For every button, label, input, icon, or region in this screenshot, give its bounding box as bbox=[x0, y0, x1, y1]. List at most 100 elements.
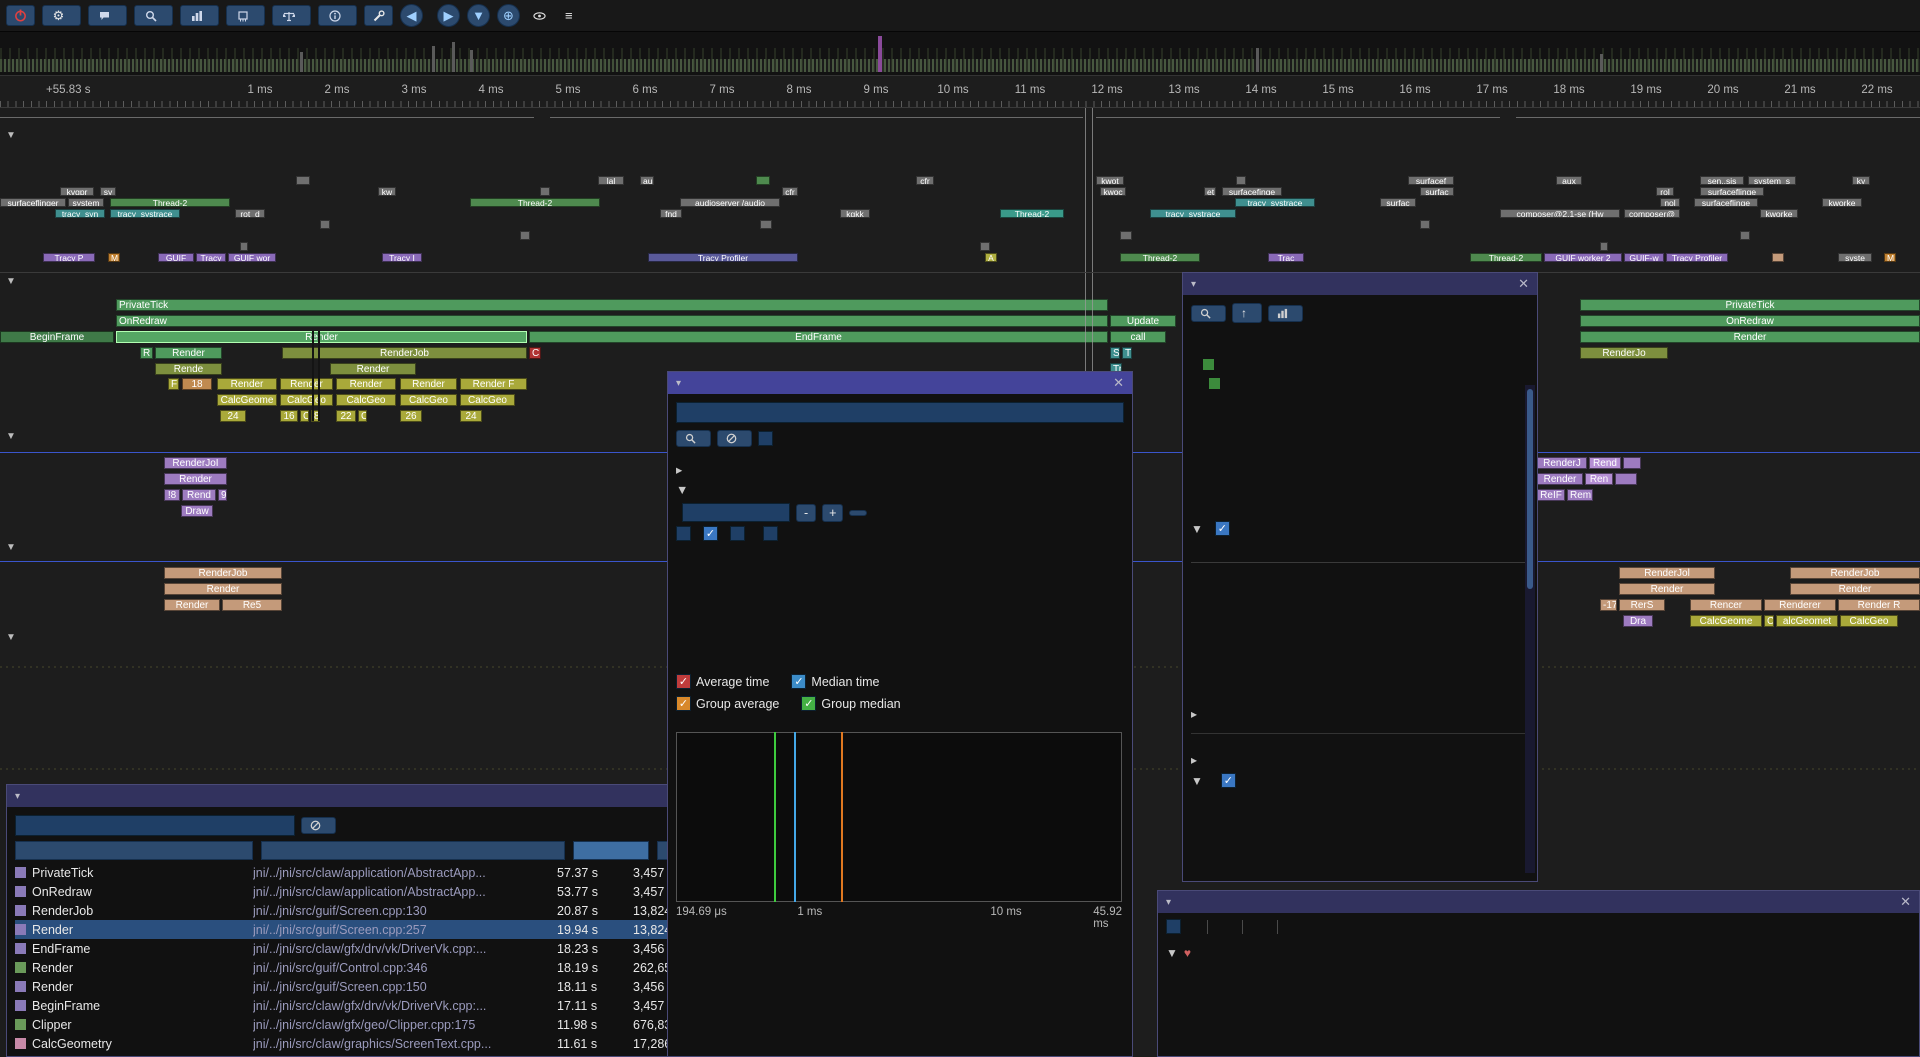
collapse-icon[interactable]: ▾ bbox=[676, 378, 681, 389]
timeline-zone[interactable]: Render R bbox=[1838, 599, 1920, 611]
cpu-zone[interactable]: Thread-2 bbox=[110, 198, 230, 207]
timeline-zone[interactable]: 26 bbox=[400, 410, 422, 422]
cpu-zone[interactable] bbox=[1600, 242, 1608, 251]
log-values-checkbox[interactable] bbox=[676, 526, 691, 541]
timeline-zone[interactable]: OnRedraw bbox=[1580, 315, 1920, 327]
collapse-icon[interactable]: ▼ bbox=[6, 431, 16, 442]
cpu-zone[interactable]: Tracy Profiler bbox=[648, 253, 798, 262]
cpu-zone[interactable]: M bbox=[108, 253, 120, 262]
cpu-zone[interactable] bbox=[1420, 220, 1430, 229]
timeline-zone[interactable]: Render bbox=[280, 378, 333, 390]
collapse-icon[interactable]: ▼ bbox=[1191, 774, 1203, 788]
guif-worker-0-header[interactable]: ▼ bbox=[6, 542, 22, 553]
timeline-zone[interactable]: C bbox=[358, 410, 367, 422]
zone-statistics-button[interactable] bbox=[1268, 305, 1303, 322]
timeline-zone[interactable]: C bbox=[529, 347, 541, 359]
timeline-zone[interactable]: Render bbox=[164, 473, 227, 485]
cpu-zone[interactable]: fnd bbox=[660, 209, 682, 218]
cpu-zone[interactable] bbox=[1120, 231, 1132, 240]
cpu-zone[interactable]: rol bbox=[1656, 187, 1674, 196]
timeline-zone[interactable]: Render bbox=[1619, 583, 1715, 595]
cpu-zone[interactable]: kgkk bbox=[840, 209, 870, 218]
collapse-icon[interactable]: ▼ bbox=[1191, 522, 1203, 536]
timeline-zone[interactable]: RenderJob bbox=[164, 567, 282, 579]
zone-info-titlebar[interactable]: ▾✕ bbox=[1183, 273, 1537, 295]
timeline-zone[interactable]: 24 bbox=[460, 410, 482, 422]
cpu-zone[interactable] bbox=[240, 242, 248, 251]
collapse-icon[interactable]: ▼ bbox=[1166, 946, 1178, 960]
legend-checkbox[interactable]: ✓ bbox=[676, 696, 691, 711]
frame-dropdown-button[interactable]: ▼ bbox=[467, 4, 490, 27]
cpu-zone[interactable]: surfaceflinger bbox=[0, 198, 66, 207]
cpu-zone[interactable]: Thread-2 bbox=[1470, 253, 1542, 262]
timeline-zone[interactable]: CalcGeome bbox=[217, 394, 277, 406]
zone-info-scrollbar[interactable] bbox=[1525, 385, 1535, 873]
cpu-zone[interactable]: Tracy bbox=[196, 253, 226, 262]
cpu-zone[interactable]: Trac bbox=[1268, 253, 1304, 262]
cpu-zone[interactable]: GUIF bbox=[158, 253, 194, 262]
cpu-zone[interactable]: kworke bbox=[1760, 209, 1798, 218]
find-button[interactable] bbox=[676, 430, 711, 447]
cpu-zone[interactable] bbox=[1236, 176, 1246, 185]
cpu-zone[interactable]: Tracy I bbox=[382, 253, 422, 262]
cpu-zone[interactable]: sy bbox=[100, 187, 116, 196]
min-bin-decrement[interactable]: - bbox=[796, 504, 816, 522]
cpu-zone[interactable]: surfaceflinge bbox=[1700, 187, 1764, 196]
timeline-zone[interactable]: Render F bbox=[460, 378, 527, 390]
frames-overview-strip[interactable] bbox=[0, 32, 1920, 76]
cpu-zone[interactable]: tracy_systrace bbox=[1150, 209, 1236, 218]
timeline-zone[interactable]: Ren bbox=[1585, 473, 1613, 485]
column-header-location[interactable] bbox=[261, 841, 565, 860]
cpu-zone[interactable]: aux bbox=[1556, 176, 1582, 185]
power-button[interactable] bbox=[6, 5, 35, 26]
collapse-icon[interactable]: ▼ bbox=[6, 542, 16, 553]
compare-button[interactable] bbox=[272, 5, 311, 26]
timeline-zone[interactable]: Draw bbox=[181, 505, 213, 517]
timeline-zone[interactable]: Render bbox=[336, 378, 396, 390]
group-children-checkbox[interactable]: ✓ bbox=[1221, 773, 1236, 788]
messages-button[interactable] bbox=[88, 5, 127, 26]
expand-icon[interactable]: ▸ bbox=[676, 462, 682, 477]
cpu-zone[interactable]: ky bbox=[1852, 176, 1870, 185]
cpu-zone[interactable]: Tracy P bbox=[43, 253, 95, 262]
timeline-zone[interactable]: ReIF bbox=[1537, 489, 1565, 501]
frame-range-left[interactable] bbox=[0, 108, 1083, 126]
timeline-zone[interactable]: 9 bbox=[218, 489, 227, 501]
guif-worker-2-header[interactable]: ▼ bbox=[6, 431, 22, 442]
timeline-zone[interactable]: Dra bbox=[1623, 615, 1653, 627]
cpu-zone[interactable]: audioserver /audio bbox=[680, 198, 780, 207]
timeline-zone[interactable]: RerS bbox=[1619, 599, 1665, 611]
cpu-zone[interactable] bbox=[1740, 231, 1750, 240]
timeline-zone[interactable]: C bbox=[300, 410, 309, 422]
cpu-zone[interactable] bbox=[296, 176, 310, 185]
timeline-zone[interactable]: OnRedraw bbox=[116, 315, 1108, 327]
timeline-zone[interactable]: 18 bbox=[182, 378, 212, 390]
memory-usage-header[interactable]: ▼ bbox=[6, 632, 28, 643]
cpu-zone[interactable]: cfr bbox=[782, 187, 798, 196]
collapse-icon[interactable]: ▼ bbox=[6, 276, 16, 287]
timeline-zone[interactable]: Rend bbox=[1589, 457, 1621, 469]
cpu-zone[interactable]: et bbox=[1204, 187, 1216, 196]
cpu-zone[interactable] bbox=[540, 187, 550, 196]
log-time-checkbox[interactable]: ✓ bbox=[703, 526, 718, 541]
tools-button[interactable] bbox=[364, 5, 393, 26]
legend-checkbox[interactable]: ✓ bbox=[801, 696, 816, 711]
timeline-zone[interactable]: BeginFrame bbox=[0, 331, 114, 343]
timeline-zone[interactable]: CalcGeo bbox=[400, 394, 457, 406]
find-zone-search-input[interactable] bbox=[676, 402, 1124, 423]
timeline-zone[interactable]: Render bbox=[116, 331, 527, 343]
timeline-zone[interactable]: C bbox=[1764, 615, 1774, 627]
min-bin-input[interactable] bbox=[682, 503, 790, 522]
cpu-zone[interactable] bbox=[520, 231, 530, 240]
cpu-zone[interactable]: nol bbox=[1660, 198, 1680, 207]
options-button[interactable]: ⚙ bbox=[42, 5, 81, 26]
cpu-zone[interactable] bbox=[756, 176, 770, 185]
timeline-zone[interactable]: call bbox=[1110, 331, 1166, 343]
collapse-icon[interactable]: ▼ bbox=[6, 632, 16, 643]
cpu-zone[interactable]: kw bbox=[378, 187, 396, 196]
cpu-data-header[interactable]: ▼ bbox=[6, 130, 22, 141]
timeline-zone[interactable]: Render bbox=[1537, 473, 1583, 485]
cpu-zone[interactable]: tracy_systrace bbox=[1235, 198, 1315, 207]
timeline-zone[interactable]: Render bbox=[330, 363, 416, 375]
cpu-zone[interactable]: tracy_systrace bbox=[110, 209, 180, 218]
